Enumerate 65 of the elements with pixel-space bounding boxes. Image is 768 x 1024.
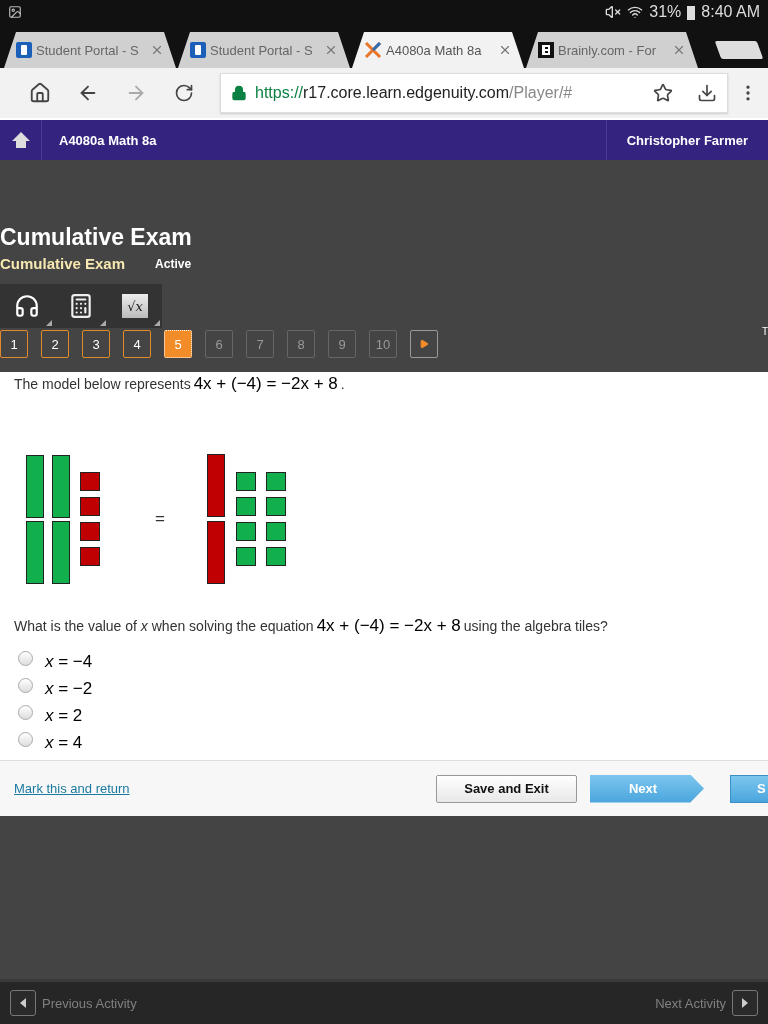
image-icon <box>8 5 22 19</box>
radio-button[interactable] <box>18 731 33 747</box>
new-tab-button[interactable] <box>714 41 764 59</box>
star-icon[interactable] <box>653 83 673 103</box>
wifi-icon <box>627 4 644 20</box>
browser-tab[interactable]: A4080a Math 8a <box>352 32 524 68</box>
question-number-button[interactable]: 3 <box>82 330 110 358</box>
option-label: x = 2 <box>45 706 83 726</box>
next-activity-label: Next Activity <box>655 995 726 1011</box>
browser-tab[interactable]: Brainly.com - For <box>526 32 698 68</box>
browser-tab[interactable]: Student Portal - S <box>4 32 176 68</box>
period: . <box>340 376 345 392</box>
cut-off-button[interactable]: S <box>730 774 768 803</box>
mute-icon <box>605 4 622 20</box>
close-icon[interactable] <box>672 43 686 57</box>
mark-and-return-link[interactable]: Mark this and return <box>14 781 436 796</box>
next-activity-button[interactable] <box>732 990 758 1016</box>
equation: 4x + (−4) = −2x + 8 <box>316 616 461 635</box>
battery-percent: 31% <box>649 3 682 21</box>
home-icon <box>29 82 51 104</box>
activity-status: Active <box>155 256 192 271</box>
close-icon[interactable] <box>150 43 164 57</box>
clock: 8:40 AM <box>701 3 760 21</box>
close-icon[interactable] <box>498 43 512 57</box>
question-text: What is the value of x when solving the equation <box>14 618 314 634</box>
radio-button[interactable] <box>18 650 33 666</box>
question-number-button[interactable]: 1 <box>0 330 28 358</box>
reload-icon <box>174 83 194 103</box>
previous-activity-label: Previous Activity <box>42 995 137 1011</box>
square-logo-icon <box>538 42 554 58</box>
activity-subtitle: Cumulative Exam <box>0 255 126 272</box>
next-questions-button[interactable] <box>410 330 438 358</box>
browser-tab[interactable]: Student Portal - S <box>178 32 350 68</box>
question-text: using the algebra tiles? <box>463 618 608 634</box>
lock-icon <box>231 85 247 101</box>
next-button[interactable]: Next <box>590 774 704 803</box>
play-icon <box>419 339 429 349</box>
close-icon[interactable] <box>324 43 338 57</box>
activity-title: Cumulative Exam <box>0 223 193 251</box>
option-label: x = −4 <box>45 652 93 672</box>
equation: 4x + (−4) = −2x + 8 <box>193 374 338 393</box>
headphones-icon <box>14 293 40 319</box>
radio-button[interactable] <box>18 677 33 693</box>
address-bar[interactable]: https://r17.core.learn.edgenuity.com/Player/# <box>220 73 728 113</box>
previous-activity-button[interactable] <box>10 990 36 1016</box>
radio-button[interactable] <box>18 704 33 720</box>
calculator-icon <box>68 293 94 319</box>
cut-off-text: T <box>761 326 768 337</box>
save-and-exit-button[interactable]: Save and Exit <box>436 774 577 803</box>
question-number-button[interactable]: 5 <box>164 330 192 358</box>
option-label: x = 4 <box>45 733 83 753</box>
equals-sign: = <box>155 509 165 529</box>
question-number-button[interactable]: 2 <box>41 330 69 358</box>
portal-logo-icon <box>190 42 206 58</box>
question-number-button[interactable]: 4 <box>123 330 151 358</box>
home-icon <box>10 130 31 150</box>
tool-button[interactable]: √x <box>108 284 162 328</box>
portal-logo-icon <box>16 42 32 58</box>
option-label: x = −2 <box>45 679 93 699</box>
download-icon[interactable] <box>697 83 717 103</box>
course-title: A4080a Math 8a <box>58 132 158 148</box>
square-root-icon: √x <box>122 294 148 318</box>
cross-logo-icon <box>364 42 382 58</box>
prompt-text: The model below represents <box>14 376 191 392</box>
battery-icon <box>687 4 696 20</box>
